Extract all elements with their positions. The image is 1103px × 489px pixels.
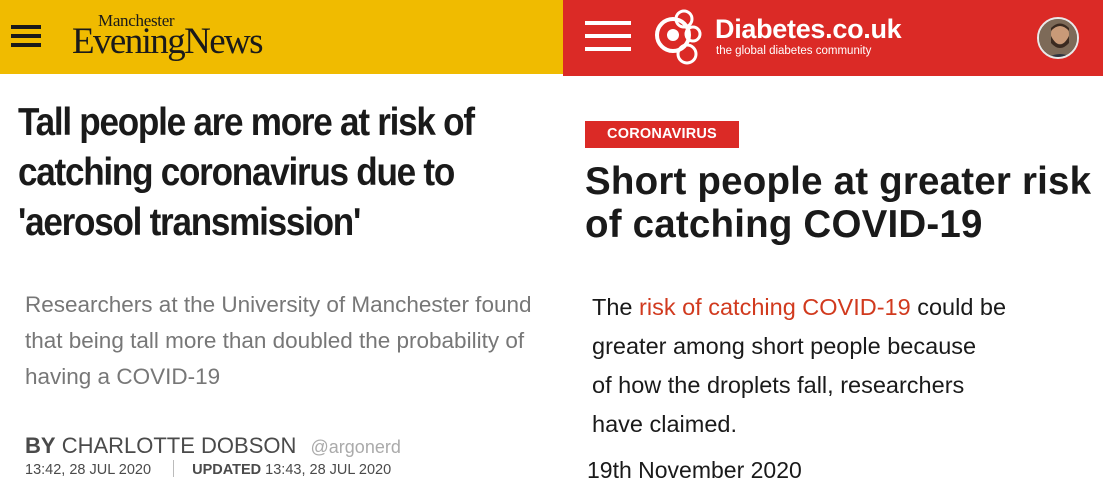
body-link[interactable]: risk of catching COVID-19 [639, 294, 911, 320]
dc-header-bar: Diabetes.co.uk the global diabetes commu… [563, 0, 1103, 76]
men-logo-main-text: EveningNews [72, 21, 264, 62]
user-avatar[interactable] [1037, 17, 1079, 59]
men-header-bar: Manchester EveningNews [0, 0, 563, 74]
body-line4: have claimed. [592, 411, 737, 437]
published-time: 13:42, 28 JUL 2020 [25, 462, 152, 478]
men-byline: BY CHARLOTTE DOBSON @argonerd [25, 433, 401, 459]
updated-label: UPDATED [192, 462, 262, 478]
men-standfirst: Researchers at the University of Manches… [25, 292, 532, 389]
byline-by-label: BY [25, 433, 56, 458]
hamburger-icon[interactable] [11, 25, 41, 47]
updated-time: 13:43, 28 JUL 2020 [265, 462, 392, 478]
hamburger-icon[interactable] [585, 21, 631, 51]
dc-logo[interactable]: Diabetes.co.uk the global diabetes commu… [653, 8, 913, 68]
category-tag[interactable]: CORONAVIRUS [585, 121, 739, 148]
byline-twitter-handle[interactable]: @argonerd [311, 437, 401, 457]
dc-logo-circles-icon [655, 9, 702, 65]
date-divider [173, 460, 175, 477]
byline-author: CHARLOTTE DOBSON [61, 433, 297, 458]
dc-body-text: The risk of catching COVID-19 could be g… [592, 288, 1072, 444]
dc-headline: Short people at greater risk of catching… [585, 160, 1092, 246]
men-headline: Tall people are more at risk of catching… [18, 101, 475, 244]
article-date: 19th November 2020 [587, 457, 802, 483]
men-article-panel: Manchester EveningNews Tall people are m… [0, 0, 563, 489]
body-line2: greater among short people because [592, 333, 977, 359]
avatar-face-icon [1039, 19, 1077, 57]
dc-article-panel: Diabetes.co.uk the global diabetes commu… [563, 0, 1103, 489]
men-dates: 13:42, 28 JUL 2020 UPDATED 13:43, 28 JUL… [25, 460, 391, 478]
body-prefix: The [592, 294, 640, 320]
dc-logo-name: Diabetes.co.uk [715, 14, 902, 44]
body-line1-rest: could be [910, 294, 1007, 320]
men-logo[interactable]: Manchester EveningNews [72, 8, 292, 68]
body-line3: of how the droplets fall, researchers [592, 372, 965, 398]
dc-logo-tagline: the global diabetes community [716, 45, 872, 57]
